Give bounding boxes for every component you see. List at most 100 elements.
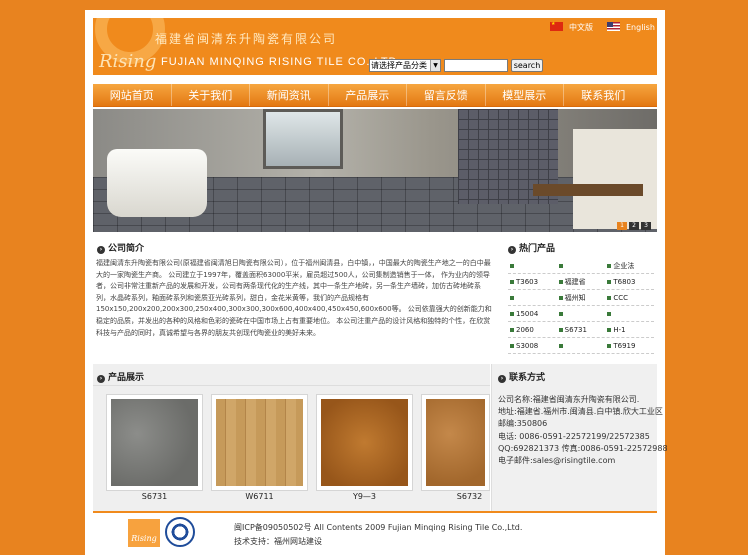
bullet-icon [607,311,612,316]
us-flag-icon [607,22,620,31]
arrow-bullet-icon: › [498,375,506,383]
bullet-icon [607,263,612,268]
product-swatch [321,399,408,486]
contact-section: › 联系方式 公司名称:福建省闽清东升陶瓷有限公司. 地址:福建省.福州市.闽清县… [491,364,668,511]
banner-shelf [533,184,643,196]
list-item: T3603 福建省 T6803 [508,274,654,290]
bullet-icon [558,279,563,284]
list-item: S3008 T6919 [508,338,654,354]
hot-product-link[interactable]: T6803 [605,274,654,289]
banner-pager-dot[interactable]: 3 [641,222,651,230]
bullet-icon [607,343,612,348]
bullet-icon [607,327,612,332]
bullet-icon [510,311,514,316]
footer-partner-logo [165,517,195,547]
bullet-icon [510,279,514,284]
banner-bathtub [107,149,207,217]
nav-item-news[interactable]: 新闻资讯 [250,84,329,106]
banner-pager-dot[interactable]: 1 [617,222,627,230]
hot-product-link[interactable]: S6731 [557,322,606,337]
lang-chinese-link[interactable]: 中文版 [550,21,593,33]
bullet-icon [558,311,563,316]
hot-product-link[interactable]: 2060 [508,322,557,337]
bullet-icon [607,279,612,284]
product-label[interactable]: W6711 [211,492,308,501]
banner-pager: 1 2 3 [617,222,651,230]
contact-details: 公司名称:福建省闽清东升陶瓷有限公司. 地址:福建省.福州市.闽清县.白中镇.欣… [498,394,668,467]
nav-item-models[interactable]: 模型展示 [486,84,564,106]
banner-window [263,109,343,169]
product-swatch [216,399,303,486]
nav-item-products[interactable]: 产品展示 [329,84,407,106]
bullet-icon [558,263,563,268]
arrow-bullet-icon: › [97,375,105,383]
hot-product-link[interactable]: T6919 [605,338,654,353]
product-swatch [111,399,198,486]
hot-product-link[interactable] [557,306,606,321]
contact-postcode: 邮编:350806 [498,419,548,429]
hot-product-link[interactable] [508,258,557,273]
hot-product-link[interactable] [605,306,654,321]
hot-products-title: › 热门产品 [508,241,555,254]
hot-product-link[interactable]: 福州知 [557,290,606,305]
hot-product-link[interactable]: 福建省 [557,274,606,289]
contact-email[interactable]: 电子邮件:sales@risingtile.com [498,455,668,467]
contact-title-text: 联系方式 [509,373,546,383]
nav-item-home[interactable]: 网站首页 [93,84,172,106]
brand-logo-text: Rising [99,51,157,72]
footer-copyright: 闽ICP备09050502号 All Contents 2009 Fujian … [234,523,523,532]
nav-item-about[interactable]: 关于我们 [172,84,250,106]
contact-address: 地址:福建省.福州市.闽清县.白中镇.欣大工业区 [498,407,663,417]
lang-english-link[interactable]: English [607,22,655,32]
banner-cabinet [573,129,657,229]
banner-pager-dot[interactable]: 2 [629,222,639,230]
list-item: 企业法 [508,258,654,274]
product-thumb[interactable] [316,394,413,491]
bullet-icon [607,295,612,300]
hot-product-link[interactable]: H-1 [605,322,654,337]
hot-product-link[interactable]: CCC [605,290,654,305]
hot-products-title-text: 热门产品 [519,244,556,254]
footer-support-link[interactable]: 技术支持：福州网站建设 [234,535,522,549]
nav-item-contact[interactable]: 联系我们 [564,84,643,106]
lang-english-label: English [626,23,655,32]
about-title: › 公司简介 [97,241,144,254]
contact-company: 公司名称:福建省闽清东升陶瓷有限公司. [498,395,640,404]
hot-product-link[interactable] [508,290,557,305]
brand-english-name: FUJIAN MINQING RISING TILE CO.,LTD [161,56,398,68]
brand-chinese-name: 福建省闽清东升陶瓷有限公司 [155,32,338,46]
product-label[interactable]: S6731 [106,492,203,501]
nav-item-feedback[interactable]: 留言反馈 [407,84,486,106]
contact-phone: 电话: 0086-0591-22572199/22572385 [498,431,650,441]
footer-divider [93,511,657,513]
hot-product-link[interactable] [557,258,606,273]
hot-product-link[interactable]: S3008 [508,338,557,353]
product-thumb[interactable] [211,394,308,491]
category-select-value: 请选择产品分类 [371,61,427,70]
hot-product-link[interactable]: 15004 [508,306,557,321]
hot-product-link[interactable] [557,338,606,353]
products-title: › 产品展示 [97,370,144,383]
hot-product-link[interactable]: T3603 [508,274,557,289]
product-thumb[interactable] [106,394,203,491]
bullet-icon [558,295,563,300]
search-bar: 请选择产品分类 ▼ search [369,59,543,73]
category-select[interactable]: 请选择产品分类 ▼ [369,59,441,72]
footer-rising-logo: Rising [128,519,160,547]
lang-chinese-label: 中文版 [569,23,593,32]
hero-banner: 1 2 3 [93,109,657,232]
search-input[interactable] [444,59,508,72]
footer-text: 闽ICP备09050502号 All Contents 2009 Fujian … [234,521,522,549]
contact-title: › 联系方式 [498,370,545,383]
product-swatch [426,399,485,486]
contact-qq-fax: QQ:692821373 传真:0086-0591-22572988 [498,443,668,453]
products-title-text: 产品展示 [108,373,145,383]
list-item: 2060 S6731 H-1 [508,322,654,338]
product-label[interactable]: Y9—3 [316,492,413,501]
hot-product-link[interactable]: 企业法 [605,258,654,273]
bullet-icon [558,327,563,332]
search-button[interactable]: search [511,59,543,72]
china-flag-icon [550,21,563,31]
products-header [93,364,490,386]
product-thumb[interactable] [421,394,490,491]
